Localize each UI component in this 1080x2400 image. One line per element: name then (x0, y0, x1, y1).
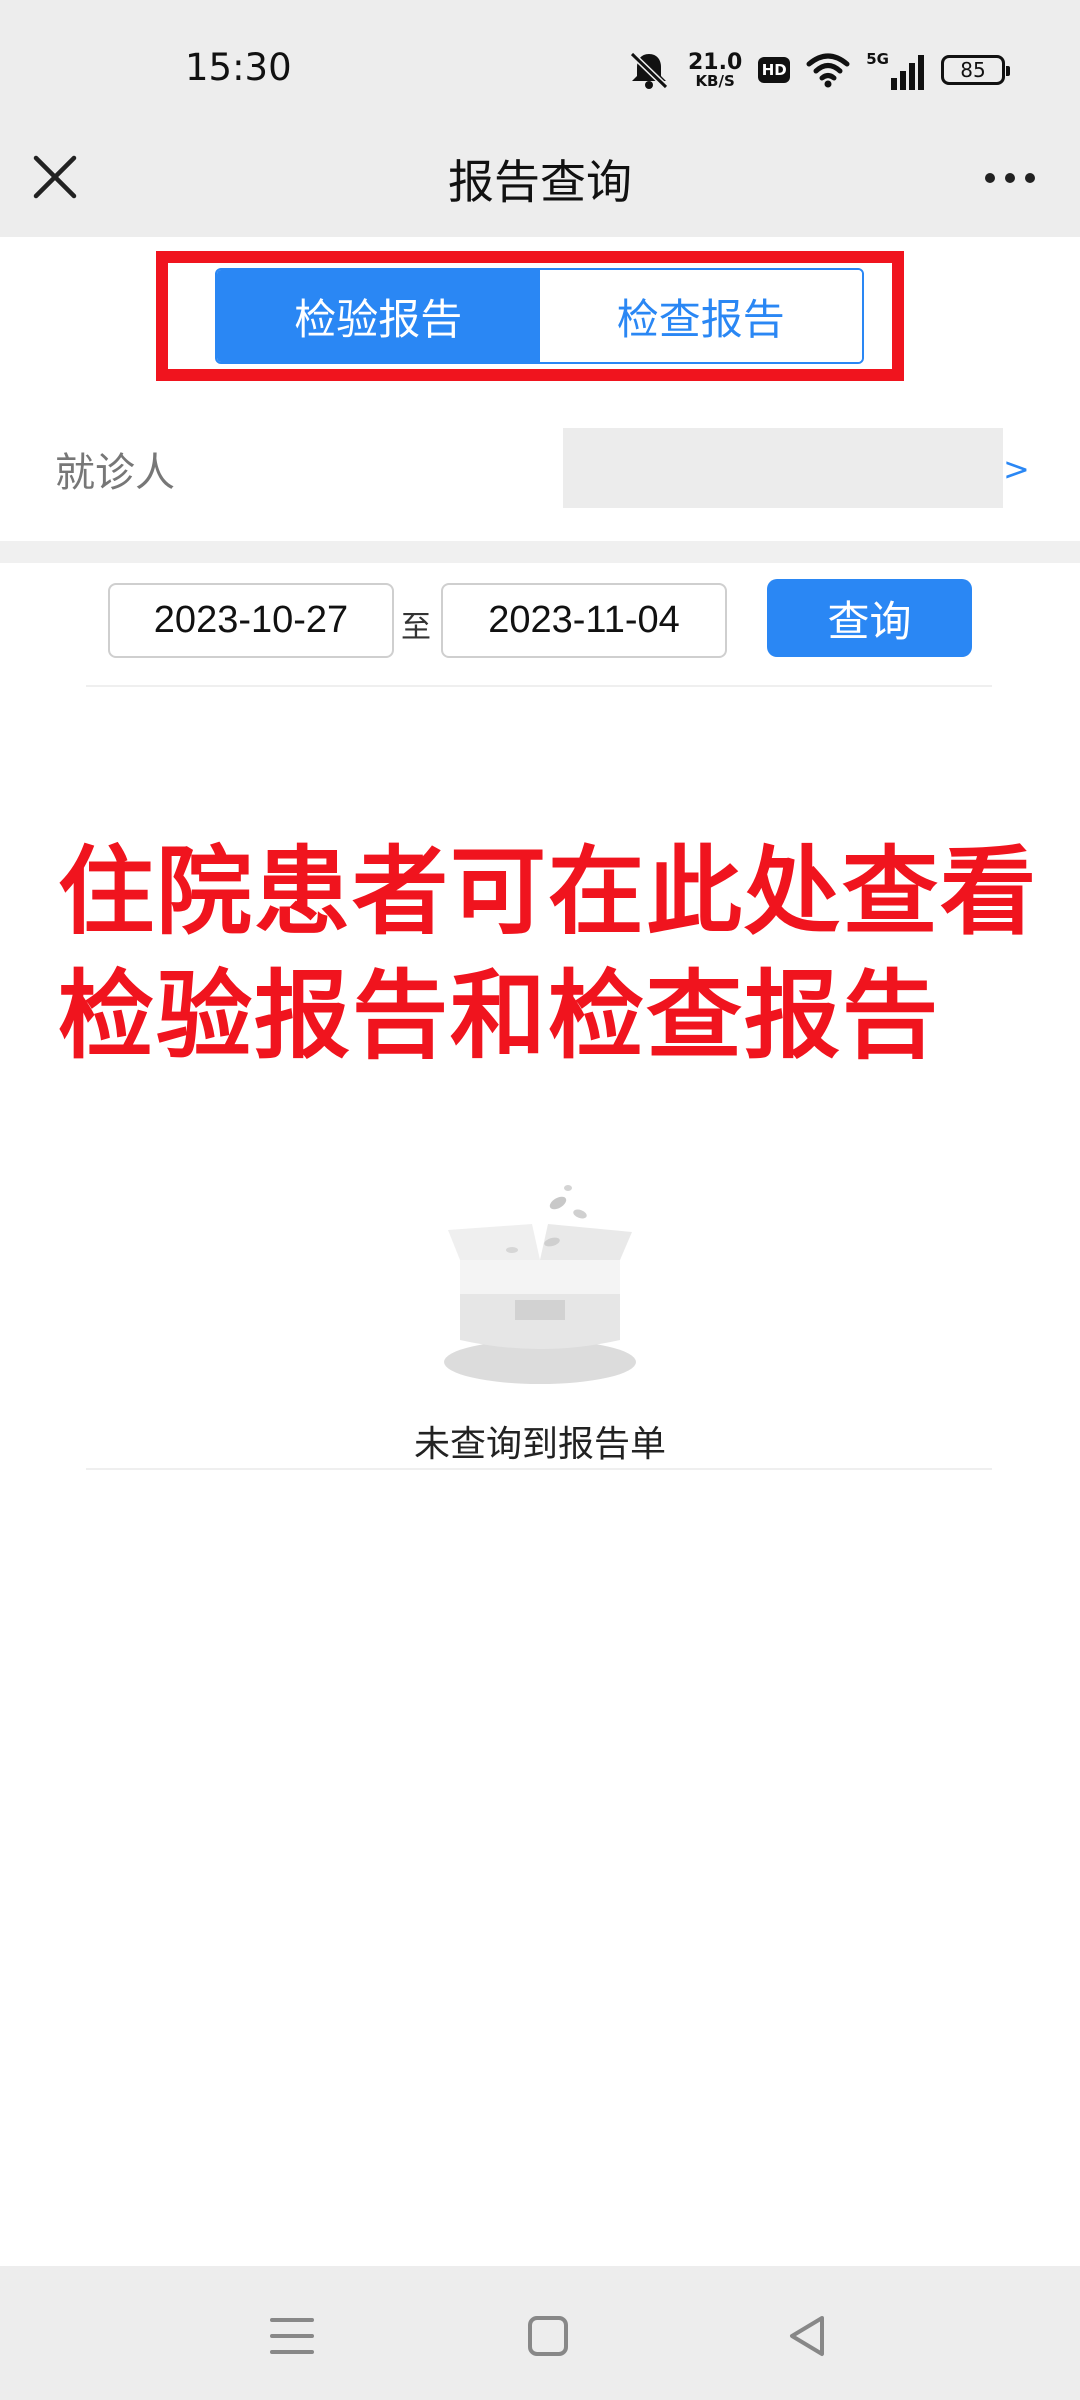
hd-badge: HD (758, 57, 791, 83)
battery-level: 85 (960, 58, 986, 82)
divider-line (86, 1468, 992, 1470)
status-bar: 15:30 21.0 KB/S HD 5G 85 (0, 0, 1080, 140)
status-icons: 21.0 KB/S HD 5G 85 (626, 48, 1010, 92)
chevron-right-icon[interactable]: > (1003, 450, 1030, 488)
patient-selector[interactable]: 就诊人 > (0, 410, 1080, 530)
tab-exam-report[interactable]: 检查报告 (539, 270, 862, 362)
report-query-page: 15:30 21.0 KB/S HD 5G 85 报告查询 检验报告 检查报告 … (0, 0, 1080, 2400)
wifi-icon (806, 53, 850, 88)
title-bar: 报告查询 (0, 140, 1080, 237)
back-icon[interactable] (778, 2306, 838, 2366)
menu-icon[interactable] (262, 2306, 322, 2366)
network-speed: 21.0 KB/S (687, 49, 743, 90)
system-nav-bar (0, 2266, 1080, 2400)
page-title: 报告查询 (448, 155, 632, 209)
start-date-field[interactable]: 2023-10-27 (108, 583, 394, 658)
date-separator: 至 (401, 610, 431, 645)
patient-value-field[interactable] (563, 428, 1003, 508)
annotation-line-1: 住院患者可在此处查看 (58, 836, 1038, 948)
network-type-label: 5G (866, 50, 889, 68)
signal-icon (891, 55, 924, 90)
query-button[interactable]: 查询 (767, 579, 972, 657)
more-icon[interactable] (980, 158, 1040, 198)
annotation-line-2: 检验报告和检查报告 (58, 960, 940, 1072)
tab-lab-report[interactable]: 检验报告 (217, 270, 540, 362)
report-type-tabs: 检验报告 检查报告 (215, 268, 864, 364)
cell-signal: 5G (866, 50, 925, 90)
network-speed-value: 21.0 (687, 49, 743, 75)
end-date-field[interactable]: 2023-11-04 (441, 583, 727, 658)
empty-state-text: 未查询到报告单 (413, 1424, 666, 1465)
empty-box-icon (444, 1185, 636, 1384)
section-divider (0, 541, 1080, 563)
divider-line (86, 685, 992, 687)
annotation-text: 住院患者可在此处查看 检验报告和检查报告 (58, 830, 1038, 1078)
home-icon[interactable] (518, 2306, 578, 2366)
network-speed-unit: KB/S (695, 71, 735, 90)
bell-muted-icon (629, 51, 669, 90)
battery-icon: 85 (941, 55, 1010, 85)
patient-label: 就诊人 (55, 450, 175, 496)
status-time: 15:30 (185, 46, 292, 89)
